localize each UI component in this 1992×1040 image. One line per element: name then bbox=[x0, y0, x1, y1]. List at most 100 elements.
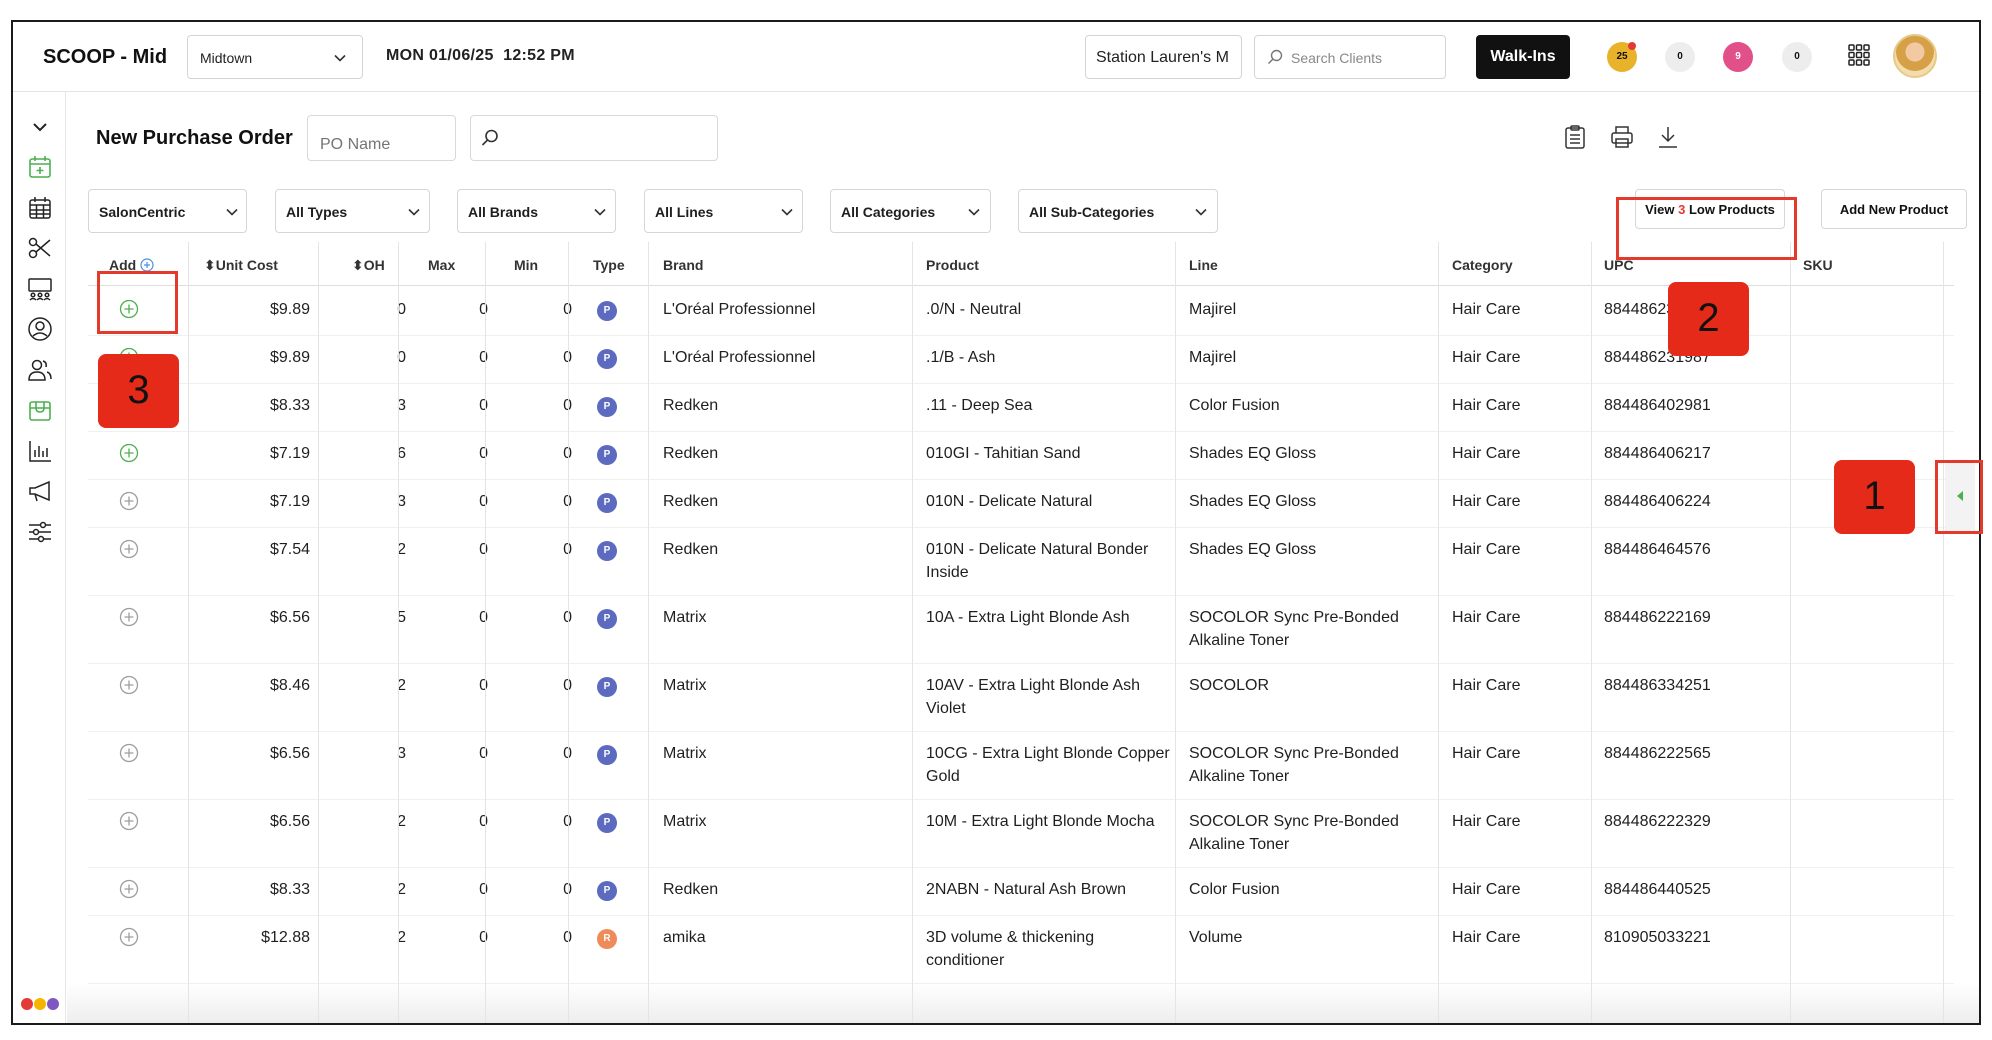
annotation-badge-1: 1 bbox=[1834, 460, 1915, 534]
upc-cell: 884486222565 bbox=[1604, 745, 1711, 762]
product-header: Product bbox=[926, 257, 979, 273]
count-badge[interactable]: 0 bbox=[1665, 42, 1695, 72]
brand-cell: Matrix bbox=[663, 677, 707, 694]
add-product-icon[interactable] bbox=[119, 743, 139, 763]
printer-icon[interactable] bbox=[1610, 125, 1634, 149]
table-row: $8.46 2 00 Matrix 10AV - Extra Light Blonde … bbox=[88, 664, 1954, 732]
brand-filter[interactable]: All Brands bbox=[457, 189, 616, 233]
station-button[interactable]: Station Lauren's M bbox=[1085, 35, 1242, 79]
apps-grid-icon[interactable] bbox=[1848, 44, 1870, 66]
brand-cell: Matrix bbox=[663, 745, 707, 762]
users-icon[interactable] bbox=[27, 357, 53, 383]
user-circle-icon[interactable] bbox=[27, 316, 53, 342]
chevron-down-icon bbox=[594, 208, 606, 216]
sku-header: SKU bbox=[1803, 257, 1833, 273]
upc-cell: 884486440525 bbox=[1604, 881, 1711, 898]
table-row: $12.88 2 00 amika 3D volume & thickening con… bbox=[88, 916, 1954, 984]
type-badge: P bbox=[597, 609, 617, 629]
add-product-icon[interactable] bbox=[119, 927, 139, 947]
unit-cost-cell: $8.46 bbox=[269, 677, 310, 694]
brand-cell: L'Oréal Professionnel bbox=[663, 349, 816, 366]
unit-cost-cell: $12.88 bbox=[261, 929, 310, 946]
waiting-room-icon[interactable] bbox=[27, 276, 53, 302]
annotation-box-low-products bbox=[1616, 197, 1797, 260]
add-product-icon[interactable] bbox=[119, 539, 139, 559]
table-row: $8.33 3 00 Redken .11 - Deep Sea Color Fusion… bbox=[88, 384, 1954, 432]
min-cell: 0 bbox=[502, 442, 572, 465]
brand-cell: Matrix bbox=[663, 813, 707, 830]
min-cell: 0 bbox=[502, 538, 572, 561]
add-product-icon[interactable] bbox=[119, 607, 139, 627]
top-bar: SCOOP - Mid Midtown MON 01/06/25 12:52 P… bbox=[13, 22, 1979, 92]
max-cell: 0 bbox=[479, 929, 488, 946]
type-badge: P bbox=[597, 541, 617, 561]
avatar[interactable] bbox=[1893, 34, 1937, 78]
search-icon bbox=[1268, 49, 1283, 64]
category-cell: Hair Care bbox=[1452, 301, 1521, 318]
messages-badge[interactable]: 9 bbox=[1723, 42, 1753, 72]
chevron-down-icon[interactable] bbox=[27, 114, 53, 140]
sliders-icon[interactable] bbox=[27, 519, 53, 545]
badge-count: 9 bbox=[1735, 51, 1741, 62]
calendar-add-icon[interactable] bbox=[27, 154, 53, 180]
oh-header[interactable]: ⬍OH bbox=[352, 242, 385, 286]
search-clients-input[interactable]: Search Clients bbox=[1254, 35, 1446, 79]
line-cell: Color Fusion bbox=[1189, 397, 1280, 414]
on-hand-cell: 0 bbox=[397, 349, 406, 366]
unit-cost-cell: $7.19 bbox=[269, 493, 310, 510]
store-icon[interactable] bbox=[27, 397, 53, 423]
max-cell: 0 bbox=[479, 813, 488, 830]
type-filter[interactable]: All Types bbox=[275, 189, 430, 233]
product-cell: 010GI - Tahitian Sand bbox=[926, 445, 1081, 462]
add-product-icon[interactable] bbox=[119, 675, 139, 695]
brand-cell: amika bbox=[663, 929, 706, 946]
notification-badge[interactable]: 25 bbox=[1607, 42, 1637, 72]
sub-category-filter[interactable]: All Sub-Categories bbox=[1018, 189, 1218, 233]
location-select[interactable]: Midtown bbox=[187, 35, 363, 79]
on-hand-cell: 2 bbox=[397, 881, 406, 898]
current-datetime: MON 01/06/25 12:52 PM bbox=[386, 47, 575, 64]
add-new-product-button[interactable]: Add New Product bbox=[1821, 189, 1967, 229]
chevron-down-icon bbox=[781, 208, 793, 216]
min-cell: 0 bbox=[502, 394, 572, 417]
on-hand-cell: 2 bbox=[397, 677, 406, 694]
product-cell: 10A - Extra Light Blonde Ash bbox=[926, 609, 1130, 626]
add-product-icon[interactable] bbox=[119, 443, 139, 463]
vendor-filter[interactable]: SalonCentric bbox=[88, 189, 247, 233]
category-filter[interactable]: All Categories bbox=[830, 189, 991, 233]
column-divider bbox=[568, 242, 569, 1023]
status-dot bbox=[34, 998, 46, 1010]
filter-value: All Sub-Categories bbox=[1029, 204, 1155, 220]
walk-ins-button[interactable]: Walk-Ins bbox=[1476, 35, 1570, 79]
category-cell: Hair Care bbox=[1452, 445, 1521, 462]
unit-cost-cell: $6.56 bbox=[269, 609, 310, 626]
annotation-badge-3: 3 bbox=[98, 354, 179, 428]
line-filter[interactable]: All Lines bbox=[644, 189, 803, 233]
product-cell: 2NABN - Natural Ash Brown bbox=[926, 881, 1127, 898]
add-product-icon[interactable] bbox=[119, 879, 139, 899]
add-product-icon[interactable] bbox=[119, 491, 139, 511]
clipboard-icon[interactable] bbox=[1564, 125, 1586, 149]
line-cell: Shades EQ Gloss bbox=[1189, 541, 1317, 558]
megaphone-icon[interactable] bbox=[27, 478, 53, 504]
column-divider bbox=[1438, 242, 1439, 1023]
unit-cost-header[interactable]: ⬍Unit Cost bbox=[204, 242, 278, 286]
unit-cost-cell: $9.89 bbox=[269, 349, 310, 366]
line-cell: SOCOLOR bbox=[1189, 677, 1270, 694]
category-cell: Hair Care bbox=[1452, 541, 1521, 558]
bar-chart-icon[interactable] bbox=[27, 438, 53, 464]
brand-cell: Redken bbox=[663, 397, 719, 414]
min-cell: 0 bbox=[502, 878, 572, 901]
column-divider bbox=[398, 242, 399, 1023]
po-name-input[interactable] bbox=[307, 115, 456, 161]
count-badge[interactable]: 0 bbox=[1782, 42, 1812, 72]
add-product-icon[interactable] bbox=[119, 811, 139, 831]
calendar-grid-icon[interactable] bbox=[27, 195, 53, 221]
download-icon[interactable] bbox=[1657, 125, 1679, 149]
scissors-icon[interactable] bbox=[27, 235, 53, 261]
po-search-input[interactable] bbox=[470, 115, 718, 161]
search-clients-placeholder: Search Clients bbox=[1291, 50, 1383, 66]
type-badge: P bbox=[597, 745, 617, 765]
on-hand-cell: 5 bbox=[397, 609, 406, 626]
column-divider bbox=[188, 242, 189, 1023]
